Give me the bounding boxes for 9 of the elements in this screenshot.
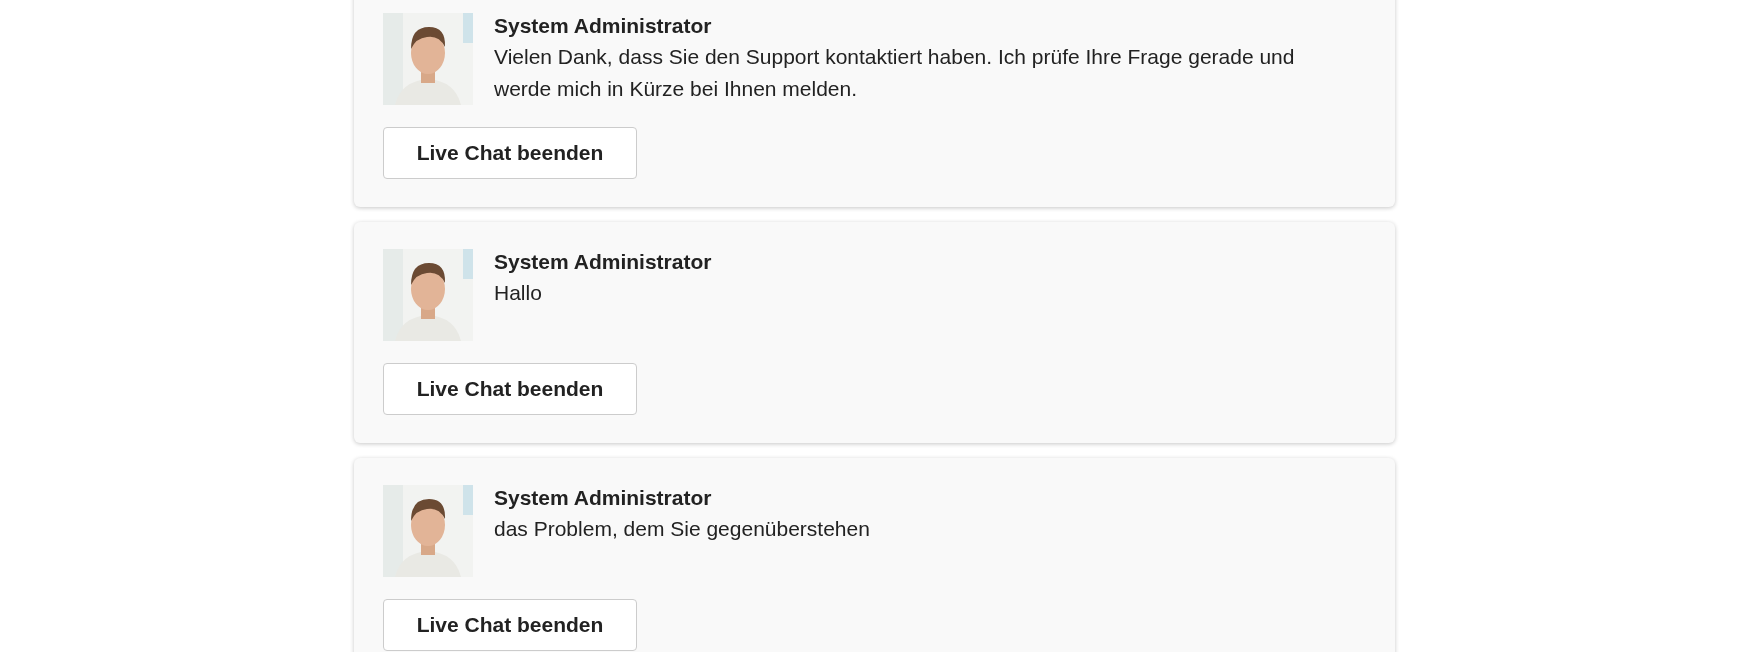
message-text: das Problem, dem Sie gegenüberstehen — [494, 516, 871, 542]
end-chat-button[interactable]: Live Chat beenden — [383, 127, 637, 179]
message-text: Hallo — [494, 280, 543, 306]
sender-name: System Administrator — [494, 485, 713, 511]
sender-name: System Administrator — [494, 249, 713, 275]
end-chat-button[interactable]: Live Chat beenden — [383, 363, 637, 415]
message-text: Vielen Dank, dass Sie den Support kontaktiert haben. Ich prüfe Ihre Frage gerade und werde mich in Kürze bei Ihnen melden. — [494, 44, 1296, 102]
end-chat-button[interactable]: Live Chat beenden — [383, 599, 637, 651]
sender-name: System Administrator — [494, 13, 713, 39]
